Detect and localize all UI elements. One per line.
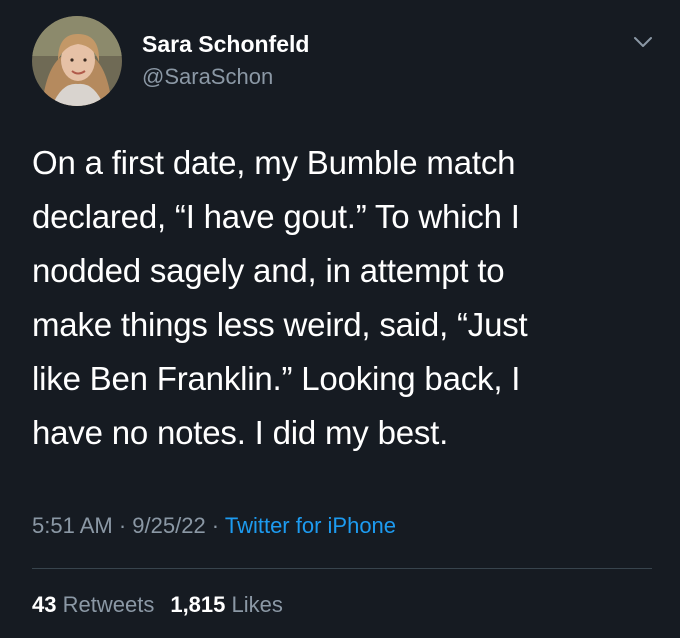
tweet-source-link[interactable]: Twitter for iPhone	[225, 513, 396, 538]
avatar[interactable]	[32, 16, 122, 106]
tweet-text-line: nodded sagely and, in attempt to	[32, 252, 505, 289]
tweet-text-line: like Ben Franklin.” Looking back, I	[32, 360, 521, 397]
tweet-text-line: make things less weird, said, “Just	[32, 306, 528, 343]
likes-count: 1,815	[170, 592, 226, 617]
meta-separator: ·	[205, 513, 225, 538]
tweet-meta: 5:51 AM · 9/25/22 · Twitter for iPhone	[32, 513, 396, 539]
author-handle[interactable]: @SaraSchon	[142, 64, 273, 90]
author-name[interactable]: Sara Schonfeld	[142, 31, 309, 58]
retweets-count: 43	[32, 592, 57, 617]
divider	[32, 568, 652, 569]
tweet-text-line: declared, “I have gout.” To which I	[32, 198, 520, 235]
likes-label: Likes	[231, 592, 283, 617]
chevron-down-icon[interactable]	[632, 34, 654, 50]
tweet-card: Sara Schonfeld @SaraSchon On a first dat…	[0, 0, 680, 638]
likes-stat[interactable]: 1,815 Likes	[170, 592, 283, 617]
tweet-date[interactable]: 9/25/22	[132, 513, 205, 538]
avatar-image	[32, 16, 122, 106]
tweet-text-line: have no notes. I did my best.	[32, 414, 449, 451]
retweets-label: Retweets	[62, 592, 155, 617]
tweet-text: On a first date, my Bumble match declare…	[32, 136, 652, 460]
meta-separator: ·	[112, 513, 133, 538]
retweets-stat[interactable]: 43 Retweets	[32, 592, 154, 617]
tweet-text-line: On a first date, my Bumble match	[32, 144, 516, 181]
tweet-stats: 43 Retweets 1,815 Likes	[32, 592, 283, 618]
tweet-time[interactable]: 5:51 AM	[32, 513, 113, 538]
